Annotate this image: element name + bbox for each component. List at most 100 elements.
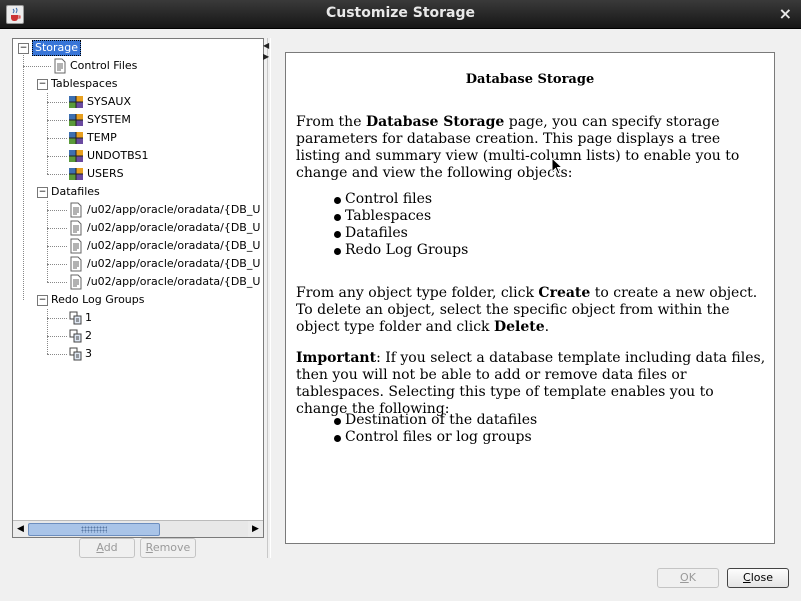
tree-node-redo-log-group[interactable]: 1 xyxy=(13,309,263,327)
document-icon xyxy=(70,202,82,218)
tablespace-icon xyxy=(69,150,83,162)
help-paragraph-important: Important: If you select a database temp… xyxy=(296,350,766,418)
tree-node-label: TEMP xyxy=(87,131,117,144)
close-button[interactable]: Close xyxy=(727,568,789,588)
tree-node-label: /u02/app/oracle/oradata/{DB_U xyxy=(87,257,261,270)
log-group-icon xyxy=(69,347,82,361)
tree-connector xyxy=(47,318,67,319)
tree-node-label: /u02/app/oracle/oradata/{DB_U xyxy=(87,239,261,252)
tree-node-datafile[interactable]: /u02/app/oracle/oradata/{DB_U xyxy=(13,255,263,273)
tree-connector xyxy=(47,228,67,229)
tree-node-label: UNDOTBS1 xyxy=(87,149,149,162)
ok-button[interactable]: OK xyxy=(657,568,719,588)
tree-node-label: /u02/app/oracle/oradata/{DB_U xyxy=(87,203,261,216)
tree-node-label: SYSAUX xyxy=(87,95,131,108)
tree-node-tablespace[interactable]: TEMP xyxy=(13,129,263,147)
tree-node-tablespace[interactable]: SYSAUX xyxy=(13,93,263,111)
window-title: Customize Storage xyxy=(325,5,476,21)
tree-node-label: Redo Log Groups xyxy=(51,293,145,306)
tablespace-icon xyxy=(69,114,83,126)
expand-right-arrow-icon[interactable]: ▶ xyxy=(263,51,271,62)
tree-node-datafile[interactable]: /u02/app/oracle/oradata/{DB_U xyxy=(13,219,263,237)
scroll-left-arrow-icon[interactable]: ◀ xyxy=(13,521,28,537)
grip-icon xyxy=(81,526,107,533)
mnemonic: O xyxy=(680,571,689,584)
button-label: dd xyxy=(103,541,118,554)
window-close-button[interactable]: × xyxy=(779,4,792,23)
tree-node-datafiles[interactable]: − Datafiles xyxy=(13,183,263,201)
tree-node-label: Tablespaces xyxy=(51,77,118,90)
tree-connector xyxy=(47,138,67,139)
tablespace-icon xyxy=(69,96,83,108)
help-content-panel: Database Storage From the Database Stora… xyxy=(285,52,775,544)
tree-connector xyxy=(47,102,67,103)
tree-node-control-files[interactable]: Control Files xyxy=(13,57,263,75)
tree-node-tablespace[interactable]: USERS xyxy=(13,165,263,183)
help-paragraph-intro: From the Database Storage page, you can … xyxy=(296,114,766,182)
tablespace-icon xyxy=(69,132,83,144)
emphasis: Create xyxy=(538,285,591,301)
collapse-toggle[interactable]: − xyxy=(37,187,48,198)
document-icon xyxy=(70,274,82,290)
tree-node-redo-log-groups[interactable]: − Redo Log Groups xyxy=(13,291,263,309)
tree-connector xyxy=(47,156,67,157)
collapse-toggle[interactable]: − xyxy=(37,79,48,90)
tree-connector xyxy=(47,282,67,283)
collapse-toggle[interactable]: − xyxy=(18,43,29,54)
objects-list: Control files Tablespaces Datafiles Redo… xyxy=(332,191,468,259)
document-icon xyxy=(70,256,82,272)
button-label: K xyxy=(688,571,696,584)
list-item: Tablespaces xyxy=(332,208,468,225)
tree-connector xyxy=(47,246,67,247)
remove-button[interactable]: Remove xyxy=(140,538,196,558)
emphasis: Delete xyxy=(494,319,545,335)
tree-connector xyxy=(47,354,67,355)
tree-node-label: /u02/app/oracle/oradata/{DB_U xyxy=(87,221,261,234)
template-changes-list: Destination of the datafiles Control fil… xyxy=(332,412,537,446)
mnemonic: R xyxy=(145,541,153,554)
emphasis: Important xyxy=(296,350,377,366)
tree-node-tablespace[interactable]: SYSTEM xyxy=(13,111,263,129)
tree-node-redo-log-group[interactable]: 3 xyxy=(13,345,263,363)
tree-horizontal-scrollbar[interactable]: ◀ ▶ xyxy=(13,520,263,537)
collapse-toggle[interactable]: − xyxy=(37,295,48,306)
list-item: Redo Log Groups xyxy=(332,242,468,259)
collapse-left-arrow-icon[interactable]: ◀ xyxy=(263,40,271,51)
list-item: Destination of the datafiles xyxy=(332,412,537,429)
document-icon xyxy=(70,220,82,236)
tree-node-label: Control Files xyxy=(70,59,138,72)
tree-node-label: Storage xyxy=(32,40,82,56)
tablespace-icon xyxy=(69,168,83,180)
mouse-cursor-icon xyxy=(551,157,564,175)
scrollbar-thumb[interactable] xyxy=(28,523,160,536)
title-bar: Customize Storage × xyxy=(0,0,801,29)
scroll-right-arrow-icon[interactable]: ▶ xyxy=(248,521,263,537)
tree-node-datafile[interactable]: /u02/app/oracle/oradata/{DB_U xyxy=(13,273,263,291)
log-group-icon xyxy=(69,311,82,325)
tree-node-label: SYSTEM xyxy=(87,113,131,126)
tree-node-redo-log-group[interactable]: 2 xyxy=(13,327,263,345)
text: . xyxy=(544,319,550,335)
tree-node-label: /u02/app/oracle/oradata/{DB_U xyxy=(87,275,261,288)
list-item: Datafiles xyxy=(332,225,468,242)
text: From the xyxy=(296,114,366,130)
tree-node-tablespaces[interactable]: − Tablespaces xyxy=(13,75,263,93)
storage-tree-panel: − Storage Control Files − Tablespaces SY… xyxy=(12,38,264,538)
button-label: lose xyxy=(750,571,773,584)
tree-node-label: USERS xyxy=(87,167,124,180)
mnemonic: C xyxy=(743,571,751,584)
add-button[interactable]: Add xyxy=(79,538,135,558)
tree-node-tablespace[interactable]: UNDOTBS1 xyxy=(13,147,263,165)
tree-node-storage[interactable]: − Storage xyxy=(13,39,263,57)
split-pane-divider[interactable] xyxy=(267,38,271,558)
button-label: emove xyxy=(152,541,191,554)
help-title: Database Storage xyxy=(465,72,595,87)
tree-node-datafile[interactable]: /u02/app/oracle/oradata/{DB_U xyxy=(13,201,263,219)
tree-node-label: 3 xyxy=(85,347,92,360)
tree-connector xyxy=(47,264,67,265)
help-paragraph-create: From any object type folder, click Creat… xyxy=(296,285,766,336)
tree-node-label: 2 xyxy=(85,329,92,342)
tree-node-datafile[interactable]: /u02/app/oracle/oradata/{DB_U xyxy=(13,237,263,255)
split-pane-arrows[interactable]: ◀ ▶ xyxy=(263,40,271,62)
list-item: Control files xyxy=(332,191,468,208)
